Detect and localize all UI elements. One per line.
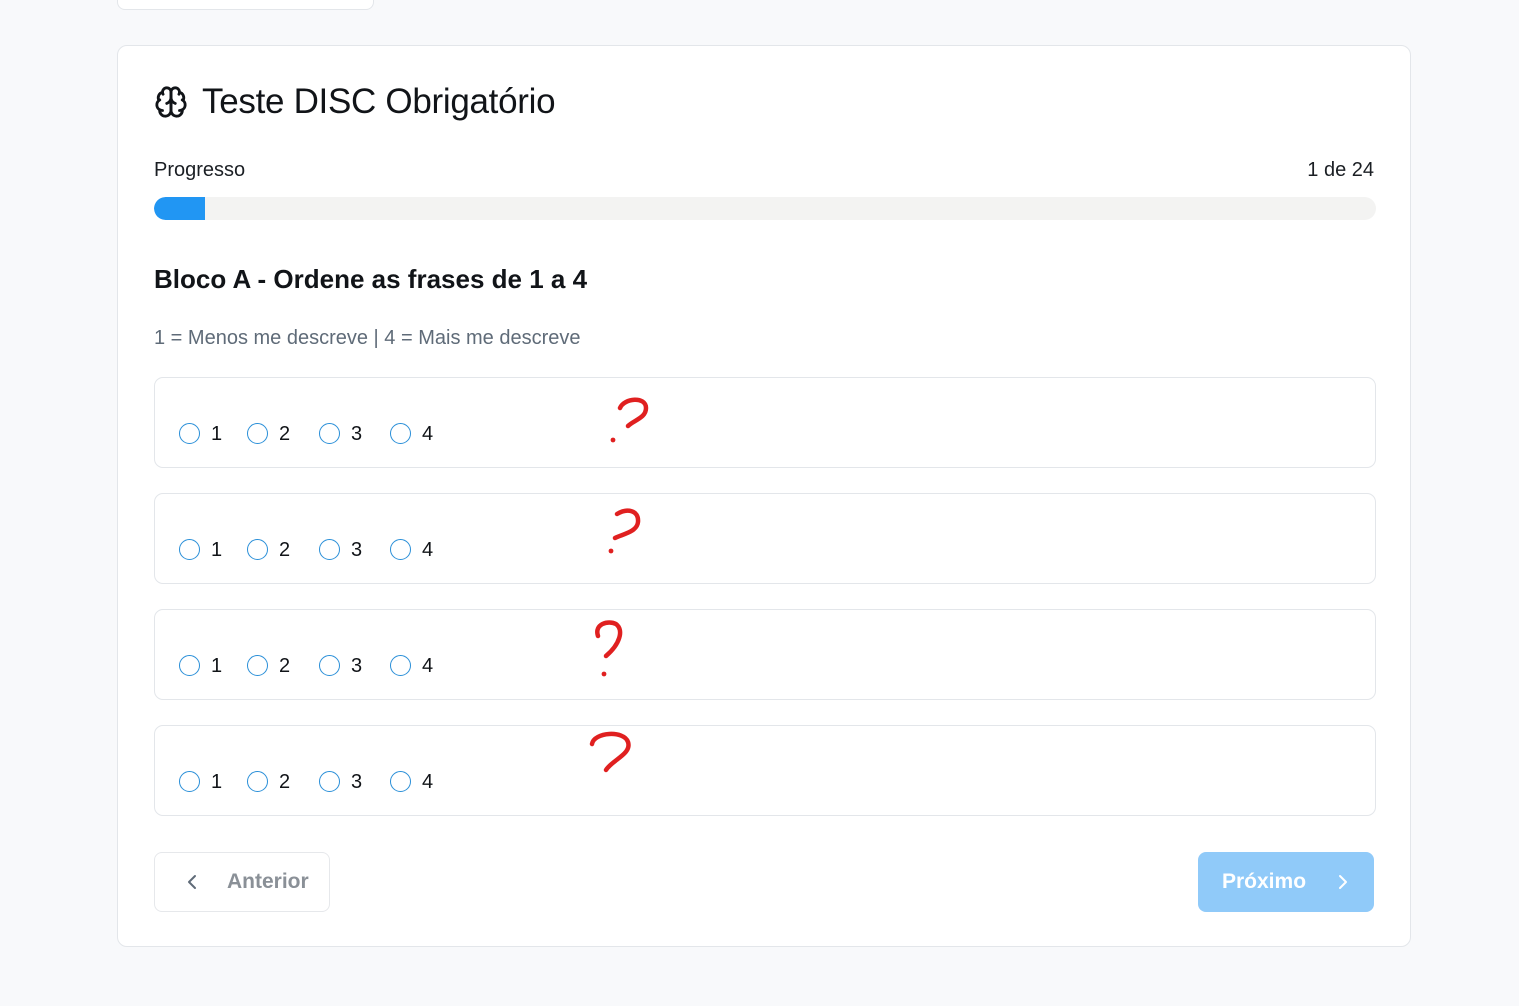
rank-option-1[interactable]: 1 [179,652,222,678]
radio-button[interactable] [247,770,268,792]
radio-button[interactable] [179,770,200,792]
rank-option-label: 3 [351,655,363,677]
rank-option-2[interactable]: 2 [247,652,290,678]
statement-card-4: 1 2 3 4 [154,725,1376,816]
rank-option-label: 4 [422,539,434,561]
question-mark-icon [589,731,631,773]
rank-option-label: 3 [351,539,363,561]
question-mark-icon [608,508,641,554]
radio-button[interactable] [319,422,340,444]
rank-option-label: 1 [211,423,223,445]
rank-option-4[interactable]: 4 [390,536,433,562]
rank-option-label: 4 [422,771,434,793]
radio-button[interactable] [179,422,200,444]
radio-button[interactable] [179,538,200,560]
radio-button[interactable] [247,422,268,444]
previous-button-label: Anterior [227,870,309,893]
rank-option-label: 4 [422,655,434,677]
radio-button[interactable] [179,654,200,676]
previous-card-edge [117,0,374,10]
radio-button[interactable] [390,538,411,560]
scale-hint: 1 = Menos me descreve | 4 = Mais me desc… [154,327,581,349]
rank-option-label: 2 [279,655,291,677]
rank-option-1[interactable]: 1 [179,420,222,446]
radio-button[interactable] [319,538,340,560]
disc-test-card: Teste DISC Obrigatório Progresso 1 de 24… [117,45,1411,947]
rank-option-1[interactable]: 1 [179,536,222,562]
radio-button[interactable] [390,654,411,676]
rank-option-label: 1 [211,655,223,677]
rank-option-3[interactable]: 3 [319,420,362,446]
rank-option-3[interactable]: 3 [319,768,362,794]
progress-count: 1 de 24 [1307,159,1374,181]
previous-button[interactable]: Anterior [154,852,330,912]
rank-option-2[interactable]: 2 [247,768,290,794]
rank-option-3[interactable]: 3 [319,652,362,678]
card-header: Teste DISC Obrigatório [154,82,556,122]
rank-option-2[interactable]: 2 [247,420,290,446]
rank-option-4[interactable]: 4 [390,768,433,794]
brain-icon [155,86,187,118]
statement-card-1: 1 2 3 4 [154,377,1376,468]
block-title: Bloco A - Ordene as frases de 1 a 4 [154,264,588,294]
statement-card-2: 1 2 3 4 [154,493,1376,584]
radio-button[interactable] [319,654,340,676]
progress-bar [154,197,1376,220]
rank-option-label: 2 [279,539,291,561]
question-mark-icon [610,397,649,443]
progress-bar-fill [154,197,205,220]
radio-button[interactable] [390,770,411,792]
rank-option-label: 1 [211,771,223,793]
rank-option-label: 2 [279,423,291,445]
progress-label: Progresso [154,159,246,181]
next-button[interactable]: Próximo [1198,852,1374,912]
chevron-left-icon [188,875,196,889]
rank-option-4[interactable]: 4 [390,420,433,446]
chevron-right-icon [1339,875,1348,889]
rank-option-1[interactable]: 1 [179,768,222,794]
rank-option-label: 3 [351,423,363,445]
rank-option-label: 3 [351,771,363,793]
rank-option-label: 1 [211,539,223,561]
rank-option-label: 2 [279,771,291,793]
next-button-label: Próximo [1222,870,1307,893]
radio-button[interactable] [247,538,268,560]
rank-option-3[interactable]: 3 [319,536,362,562]
rank-option-2[interactable]: 2 [247,536,290,562]
statement-card-3: 1 2 3 4 [154,609,1376,700]
page-title: Teste DISC Obrigatório [202,82,556,121]
radio-button[interactable] [247,654,268,676]
rank-option-label: 4 [422,423,434,445]
question-mark-icon [595,620,623,677]
radio-button[interactable] [319,770,340,792]
radio-button[interactable] [390,422,411,444]
rank-option-4[interactable]: 4 [390,652,433,678]
